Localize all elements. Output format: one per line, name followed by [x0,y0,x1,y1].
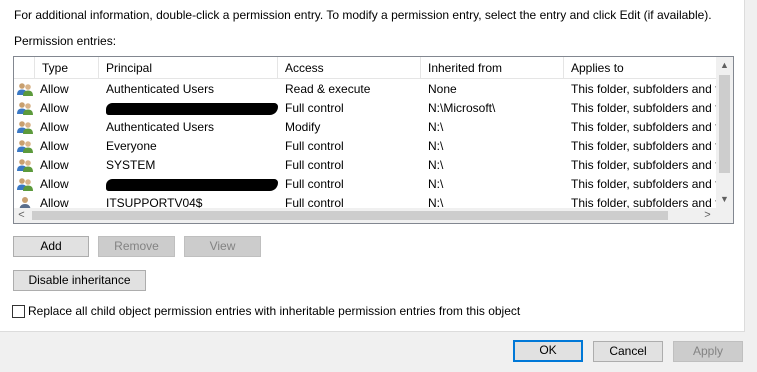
disable-inheritance-button[interactable]: Disable inheritance [13,270,146,291]
user-icon [16,196,34,208]
access-cell: Modify [285,120,321,134]
user-group-icon [16,158,34,173]
table-row[interactable]: Allow Authenticated Users Modify N:\ This fo… [14,118,717,137]
grid-header: Type Principal Access Inherited from App… [14,57,717,79]
type-cell: Allow [40,196,69,208]
column-header-applies-to[interactable]: Applies to [564,57,717,79]
user-group-icon [16,101,34,116]
user-group-icon [16,139,34,154]
horizontal-scroll-thumb[interactable] [32,211,668,220]
applies-to-cell: This folder, subfolders and files [571,82,717,96]
redaction-mark [106,103,278,115]
info-text: For additional information, double-click… [14,8,712,22]
applies-to-cell: This folder, subfolders and files [571,177,717,191]
horizontal-scrollbar[interactable]: < > [14,208,717,223]
scroll-left-arrow-icon[interactable]: < [14,208,29,223]
applies-to-cell: This folder, subfolders and files [571,101,717,115]
access-cell: Full control [285,196,344,208]
inherited-from-cell: N:\Microsoft\ [428,101,496,115]
access-cell: Full control [285,101,344,115]
access-cell: Read & execute [285,82,371,96]
view-button[interactable]: View [184,236,261,257]
replace-child-permissions-label[interactable]: Replace all child object permission entr… [28,304,520,319]
access-cell: Full control [285,177,344,191]
column-header-inherited-from[interactable]: Inherited from [421,57,564,79]
vertical-scrollbar[interactable]: ▲ ▼ [716,57,733,208]
user-group-icon [16,82,34,97]
redaction-mark [106,179,278,191]
ok-button[interactable]: OK [513,340,583,362]
permission-entries-list[interactable]: Type Principal Access Inherited from App… [13,56,734,224]
type-cell: Allow [40,158,69,172]
user-group-icon [16,120,34,135]
add-button[interactable]: Add [13,236,89,257]
table-row[interactable]: Allow ITSUPPORTV04$ Full control N:\ This fo… [14,194,717,208]
grid-rows: Allow Authenticated Users Read & execute No… [14,80,717,208]
inherited-from-cell: N:\ [428,158,444,172]
table-row[interactable]: Allow Authenticated Users Read & execute No… [14,80,717,99]
column-header-principal[interactable]: Principal [99,57,278,79]
column-header-access[interactable]: Access [278,57,421,79]
applies-to-cell: This folder, subfolders and files [571,139,717,153]
inherited-from-cell: N:\ [428,120,444,134]
table-row[interactable]: Allow SYSTEM Full control N:\ This folder, s… [14,156,717,175]
inherited-from-cell: N:\ [428,177,444,191]
advanced-security-panel: For additional information, double-click… [0,0,745,332]
user-group-icon [16,177,34,192]
type-cell: Allow [40,82,69,96]
principal-cell: Authenticated Users [106,120,215,134]
type-cell: Allow [40,139,69,153]
inherited-from-cell: None [428,82,457,96]
type-cell: Allow [40,177,69,191]
type-cell: Allow [40,120,69,134]
apply-button[interactable]: Apply [673,341,743,362]
principal-cell: Authenticated Users [106,82,215,96]
table-row[interactable]: Allow Everyone Full control N:\ This folder,… [14,137,717,156]
scroll-right-arrow-icon[interactable]: > [700,208,715,223]
inherited-from-cell: N:\ [428,196,444,208]
vertical-scroll-thumb[interactable] [719,75,730,173]
table-row[interactable]: Allow Full control N:\Microsoft\ This folde… [14,99,717,118]
inherited-from-cell: N:\ [428,139,444,153]
scrollbar-corner [716,208,733,223]
applies-to-cell: This folder, subfolders and files [571,120,717,134]
table-row[interactable]: Allow Full control N:\ This folder, subfold… [14,175,717,194]
applies-to-cell: This folder, subfolders and files [571,158,717,172]
principal-cell: Everyone [106,139,157,153]
permission-entries-label: Permission entries: [14,34,117,48]
principal-cell: SYSTEM [106,158,156,172]
header-icon-column [14,57,35,79]
cancel-button[interactable]: Cancel [593,341,663,362]
applies-to-cell: This folder, subfolders and files [571,196,717,208]
access-cell: Full control [285,139,344,153]
scroll-up-arrow-icon[interactable]: ▲ [716,57,733,74]
access-cell: Full control [285,158,344,172]
principal-cell: ITSUPPORTV04$ [106,196,203,208]
remove-button[interactable]: Remove [98,236,175,257]
type-cell: Allow [40,101,69,115]
scroll-down-arrow-icon[interactable]: ▼ [716,191,733,208]
column-header-type[interactable]: Type [35,57,99,79]
replace-child-permissions-checkbox[interactable] [12,305,25,318]
